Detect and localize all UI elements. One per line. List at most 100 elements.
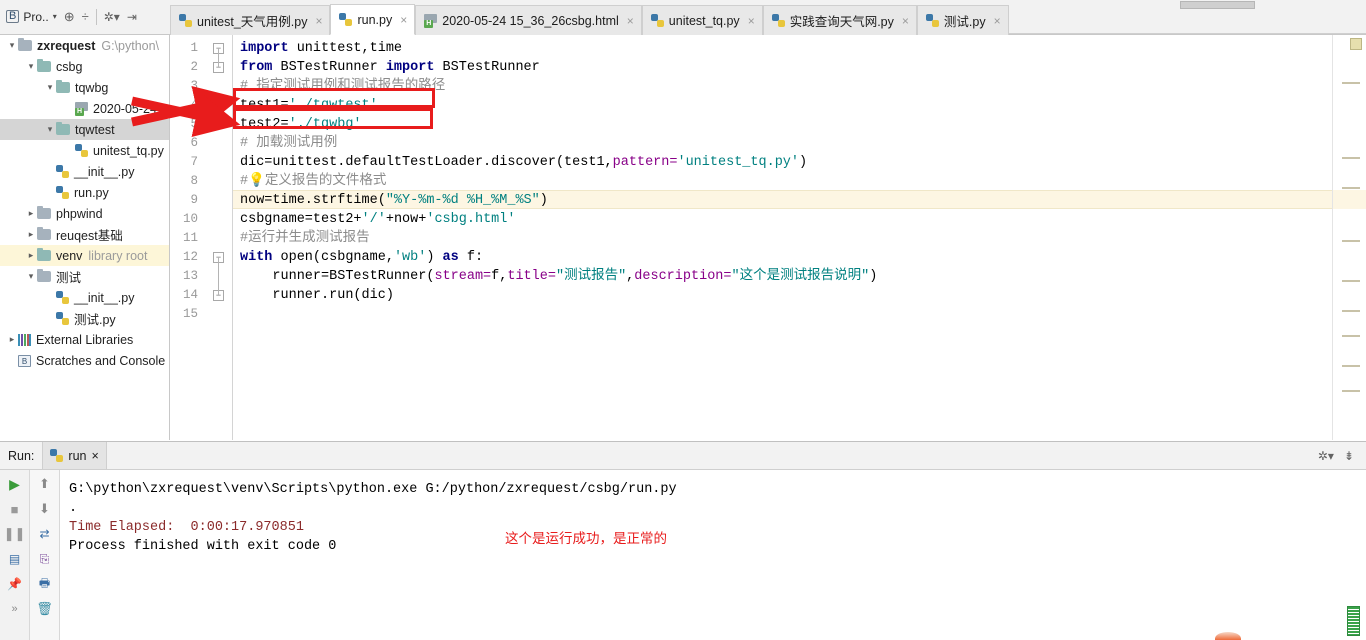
chevron-right-icon[interactable]: ▸ xyxy=(25,229,37,240)
code-token: unittest,time xyxy=(288,41,403,56)
chevron-right-icon[interactable]: ▸ xyxy=(25,250,37,261)
trash-icon[interactable]: 🗑 xyxy=(36,601,53,617)
export-icon[interactable]: ⎘ xyxy=(37,551,53,567)
close-icon[interactable]: × xyxy=(400,13,407,27)
chevron-right-icon[interactable]: ▸ xyxy=(6,355,18,366)
close-icon[interactable]: × xyxy=(994,14,1001,28)
code-line[interactable]: runner=BSTestRunner(stream=f,title="测试报告… xyxy=(240,267,877,286)
print-icon[interactable]: 🖶 xyxy=(37,576,53,592)
tree-item-phpwind[interactable]: ▸ phpwind xyxy=(0,203,169,224)
gutter-marker[interactable] xyxy=(1342,365,1360,367)
gutter-marker[interactable] xyxy=(1342,82,1360,84)
chevron-down-icon[interactable]: ▾ xyxy=(25,271,37,282)
chevron-right-icon[interactable]: ▸ xyxy=(6,334,18,345)
chevron-right-icon[interactable]: ▸ xyxy=(44,187,56,198)
gutter-marker[interactable] xyxy=(1342,240,1360,242)
gear-icon[interactable]: ✲▾ xyxy=(1318,450,1334,462)
scroll-up-icon[interactable]: ⬆ xyxy=(37,476,53,492)
code-content[interactable]: import unittest,time from BSTestRunner im… xyxy=(233,35,1332,440)
hide-window-icon[interactable]: ⇟ xyxy=(1344,450,1354,462)
chevron-right-icon[interactable]: ▸ xyxy=(63,103,75,114)
tree-item-zxrequest[interactable]: ▾ zxrequest G:\python\ xyxy=(0,35,169,56)
tree-item-ExternalLibraries[interactable]: ▸ External Libraries xyxy=(0,329,169,350)
chevron-right-icon[interactable]: ▸ xyxy=(63,145,75,156)
horizontal-scrollbar-thumb[interactable] xyxy=(1180,1,1255,9)
gutter-marker[interactable] xyxy=(1342,310,1360,312)
editor-tab-1[interactable]: run.py × xyxy=(330,4,416,35)
close-icon[interactable]: × xyxy=(902,14,909,28)
close-icon[interactable]: × xyxy=(315,14,322,28)
tree-item-venv[interactable]: ▸ venv library root xyxy=(0,245,169,266)
chevron-right-icon[interactable]: ▸ xyxy=(44,166,56,177)
run-toolbar-primary[interactable]: ▶ ■ ❚❚ ▤ 📌 » xyxy=(0,470,30,640)
pause-icon[interactable]: ❚❚ xyxy=(4,526,26,542)
gutter-marker[interactable] xyxy=(1342,335,1360,337)
inspection-status-icon[interactable] xyxy=(1350,38,1362,50)
chevron-down-icon[interactable]: ▾ xyxy=(6,40,18,51)
target-icon[interactable]: ⊕ xyxy=(64,10,75,23)
tree-item-20200524[interactable]: ▸ 2020-05-24 xyxy=(0,98,169,119)
close-icon[interactable]: × xyxy=(91,449,98,463)
scroll-down-icon[interactable]: ⬇ xyxy=(37,501,53,517)
chevron-down-icon[interactable]: ▾ xyxy=(44,82,56,93)
tree-item-runpy[interactable]: ▸ run.py xyxy=(0,182,169,203)
code-line[interactable]: #运行并生成测试报告 xyxy=(240,229,370,248)
settings-gear-icon[interactable]: ✲▾ xyxy=(104,11,120,23)
stop-icon[interactable]: ■ xyxy=(7,501,23,517)
chevron-right-icon[interactable]: ▸ xyxy=(44,292,56,303)
chevron-right-icon[interactable]: ▸ xyxy=(44,313,56,324)
tree-item-tqwtest[interactable]: ▾ tqwtest xyxy=(0,119,169,140)
code-line[interactable]: with open(csbgname,'wb') as f: xyxy=(240,248,483,267)
tree-item-py[interactable]: ▸ 测试.py xyxy=(0,308,169,329)
chevron-down-icon[interactable]: ▾ xyxy=(25,61,37,72)
tree-item-ScratchesandConsole[interactable]: ▸B Scratches and Console xyxy=(0,350,169,371)
code-line[interactable]: #💡定义报告的文件格式 xyxy=(240,172,386,191)
code-line[interactable]: now=time.strftime("%Y-%m-%d %H_%M_%S") xyxy=(240,191,548,210)
marker-gutter[interactable] xyxy=(1332,35,1366,440)
chevron-down-icon[interactable]: ▾ xyxy=(44,124,56,135)
tree-item-tqwbg[interactable]: ▾ tqwbg xyxy=(0,77,169,98)
step-icon[interactable]: ⇥ xyxy=(127,11,137,23)
tree-item-reuqest[interactable]: ▸ reuqest基础 xyxy=(0,224,169,245)
project-tree[interactable]: ▾zxrequestG:\python\▾csbg▾tqwbg▸2020-05-… xyxy=(0,35,170,440)
code-line[interactable]: # 加载测试用例 xyxy=(240,134,337,153)
editor-tab-2[interactable]: 2020-05-24 15_36_26csbg.html × xyxy=(415,5,642,35)
console-output[interactable]: G:\python\zxrequest\venv\Scripts\python.… xyxy=(61,470,1366,640)
tree-item-__init__py[interactable]: ▸ __init__.py xyxy=(0,161,169,182)
code-line[interactable]: runner.run(dic) xyxy=(240,286,394,305)
soft-wrap-icon[interactable]: ⇄ xyxy=(37,526,53,542)
code-editor[interactable]: 1−2−3456789101112−1314−15 import unittes… xyxy=(171,35,1366,440)
pin-icon[interactable]: 📌 xyxy=(7,576,23,592)
code-line[interactable]: test1='./tqwtest' xyxy=(240,96,378,115)
tree-item-unitest_tqpy[interactable]: ▸ unitest_tq.py xyxy=(0,140,169,161)
gutter-marker[interactable] xyxy=(1342,187,1360,189)
collapse-all-icon[interactable]: ÷ xyxy=(82,10,89,23)
editor-tab-5[interactable]: 测试.py × xyxy=(916,5,1009,35)
project-view-button[interactable]: B Pro.. ▾ xyxy=(6,10,57,24)
tree-item-__init__py[interactable]: ▸ __init__.py xyxy=(0,287,169,308)
code-line[interactable]: test2='./tqwbg' xyxy=(240,115,362,134)
editor-tab-3[interactable]: unitest_tq.py × xyxy=(641,5,763,35)
tree-item-csbg[interactable]: ▾ csbg xyxy=(0,56,169,77)
rerun-icon[interactable]: ▶ xyxy=(7,476,23,492)
chevron-right-icon[interactable]: ▸ xyxy=(25,208,37,219)
code-line[interactable]: # 指定测试用例和测试报告的路径 xyxy=(240,77,445,96)
chevrons-icon[interactable]: » xyxy=(7,601,23,617)
code-line[interactable]: dic=unittest.defaultTestLoader.discover(… xyxy=(240,153,807,172)
run-config-tab[interactable]: run × xyxy=(42,442,107,469)
editor-tab-0[interactable]: unitest_天气用例.py × xyxy=(170,5,331,35)
layout-icon[interactable]: ▤ xyxy=(7,551,23,567)
code-line[interactable]: from BSTestRunner import BSTestRunner xyxy=(240,58,540,77)
gutter-marker[interactable] xyxy=(1342,157,1360,159)
gutter-marker[interactable] xyxy=(1342,390,1360,392)
code-line[interactable]: import unittest,time xyxy=(240,39,402,58)
code-line[interactable]: csbgname=test2+'/'+now+'csbg.html' xyxy=(240,210,515,229)
run-header: Run: run × ✲▾ ⇟ xyxy=(0,442,1366,470)
tree-item-[interactable]: ▾ 测试 xyxy=(0,266,169,287)
line-number: 1 xyxy=(190,41,198,55)
run-toolbar-secondary[interactable]: ⬆ ⬇ ⇄ ⎘ 🖶 🗑 xyxy=(30,470,60,640)
close-icon[interactable]: × xyxy=(627,14,634,28)
editor-tab-4[interactable]: 实践查询天气网.py × xyxy=(762,5,917,35)
close-icon[interactable]: × xyxy=(748,14,755,28)
gutter-marker[interactable] xyxy=(1342,280,1360,282)
